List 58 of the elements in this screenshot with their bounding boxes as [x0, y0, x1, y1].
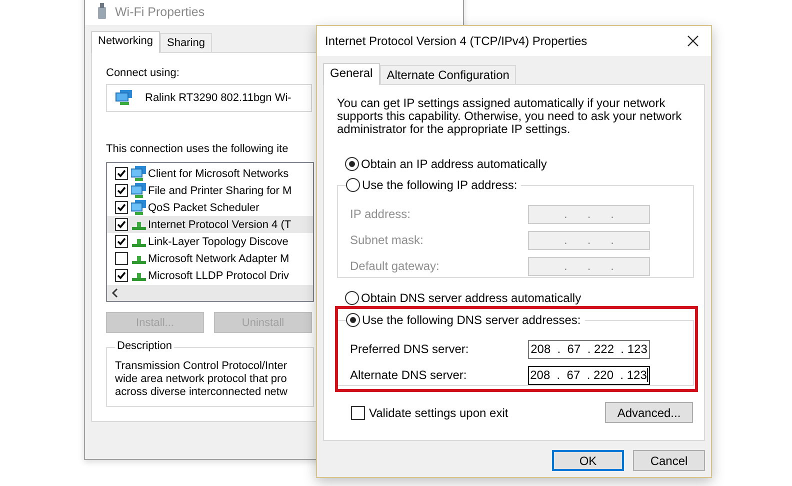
radio-label[interactable]: Use the following IP address: — [362, 178, 518, 192]
field-label: Alternate DNS server: — [350, 368, 467, 382]
list-label: This connection uses the following ite — [106, 143, 288, 155]
checkbox[interactable] — [115, 235, 128, 248]
checkbox[interactable] — [115, 269, 128, 282]
checkbox[interactable] — [115, 201, 128, 214]
tab[interactable]: General — [323, 63, 380, 85]
radio-button[interactable] — [346, 313, 360, 327]
checkbox[interactable] — [115, 167, 128, 180]
radio-button[interactable] — [345, 157, 359, 171]
list-item[interactable]: QoS Packet Scheduler — [107, 199, 313, 216]
network-node-icon — [132, 239, 146, 247]
list-item[interactable]: Link-Layer Topology Discove — [107, 233, 313, 250]
description-text: Transmission Control Protocol/Inter — [115, 360, 288, 373]
window-title: Internet Protocol Version 4 (TCP/IPv4) Properties — [325, 34, 588, 48]
checkbox[interactable] — [115, 218, 128, 231]
group-title: Description — [115, 340, 174, 353]
list-item[interactable]: Internet Protocol Version 4 (T — [107, 216, 313, 233]
ip-field[interactable]: 208 . 67 . 220 . 123 — [528, 366, 650, 384]
network-node-icon — [132, 222, 146, 230]
network-node-icon — [132, 256, 146, 264]
checkbox-label[interactable]: Validate settings upon exit — [369, 406, 508, 420]
list-item[interactable]: Client for Microsoft Networks — [107, 165, 313, 182]
checkbox[interactable] — [115, 184, 128, 197]
window-title: Wi-Fi Properties — [115, 5, 205, 19]
field-label: Subnet mask: — [350, 233, 424, 247]
network-node-icon — [132, 273, 146, 281]
field-label: IP address: — [350, 207, 410, 221]
radio-button[interactable] — [345, 291, 359, 305]
intro-text: You can get IP settings assigned automatically if your network supports this capability. Otherwise, you need to ask your network administrator for the appropriate IP settings. — [337, 97, 683, 136]
field-label: Default gateway: — [350, 259, 440, 273]
network-computers-icon — [131, 200, 147, 216]
cancel-button[interactable]: Cancel — [633, 450, 705, 471]
radio-label[interactable]: Obtain an IP address automatically — [361, 157, 547, 171]
list-item[interactable]: Microsoft Network Adapter M — [107, 250, 313, 267]
checkbox[interactable] — [115, 252, 128, 265]
field-label: Connect using: — [106, 67, 180, 79]
network-computers-icon — [115, 90, 133, 106]
advanced-button[interactable]: Advanced... — [605, 402, 693, 423]
close-icon[interactable] — [687, 35, 699, 47]
tab[interactable]: Sharing — [160, 33, 212, 52]
radio-button[interactable] — [346, 178, 360, 192]
network-computers-icon — [131, 182, 147, 198]
adapter-field: Ralink RT3290 802.11bgn Wi- — [106, 84, 312, 112]
tab[interactable]: Alternate Configuration — [380, 65, 516, 84]
checkbox[interactable] — [351, 406, 365, 420]
ip-field[interactable]: 208 . 67 . 222 . 123 — [528, 340, 650, 358]
radio-label[interactable]: Obtain DNS server address automatically — [361, 291, 582, 305]
description-text: wide area network protocol that pro — [115, 373, 288, 386]
field-label: Preferred DNS server: — [350, 342, 469, 356]
scroll-left-icon[interactable] — [111, 288, 119, 298]
network-computers-icon — [131, 166, 147, 182]
tab[interactable]: Networking — [91, 31, 160, 53]
ok-button[interactable]: OK — [552, 450, 624, 471]
adapter-icon — [97, 3, 107, 19]
list-item[interactable]: File and Printer Sharing for M — [107, 182, 313, 199]
description-text: across diverse interconnected netw — [115, 386, 288, 399]
list-item[interactable]: Microsoft LLDP Protocol Driv — [107, 267, 313, 284]
